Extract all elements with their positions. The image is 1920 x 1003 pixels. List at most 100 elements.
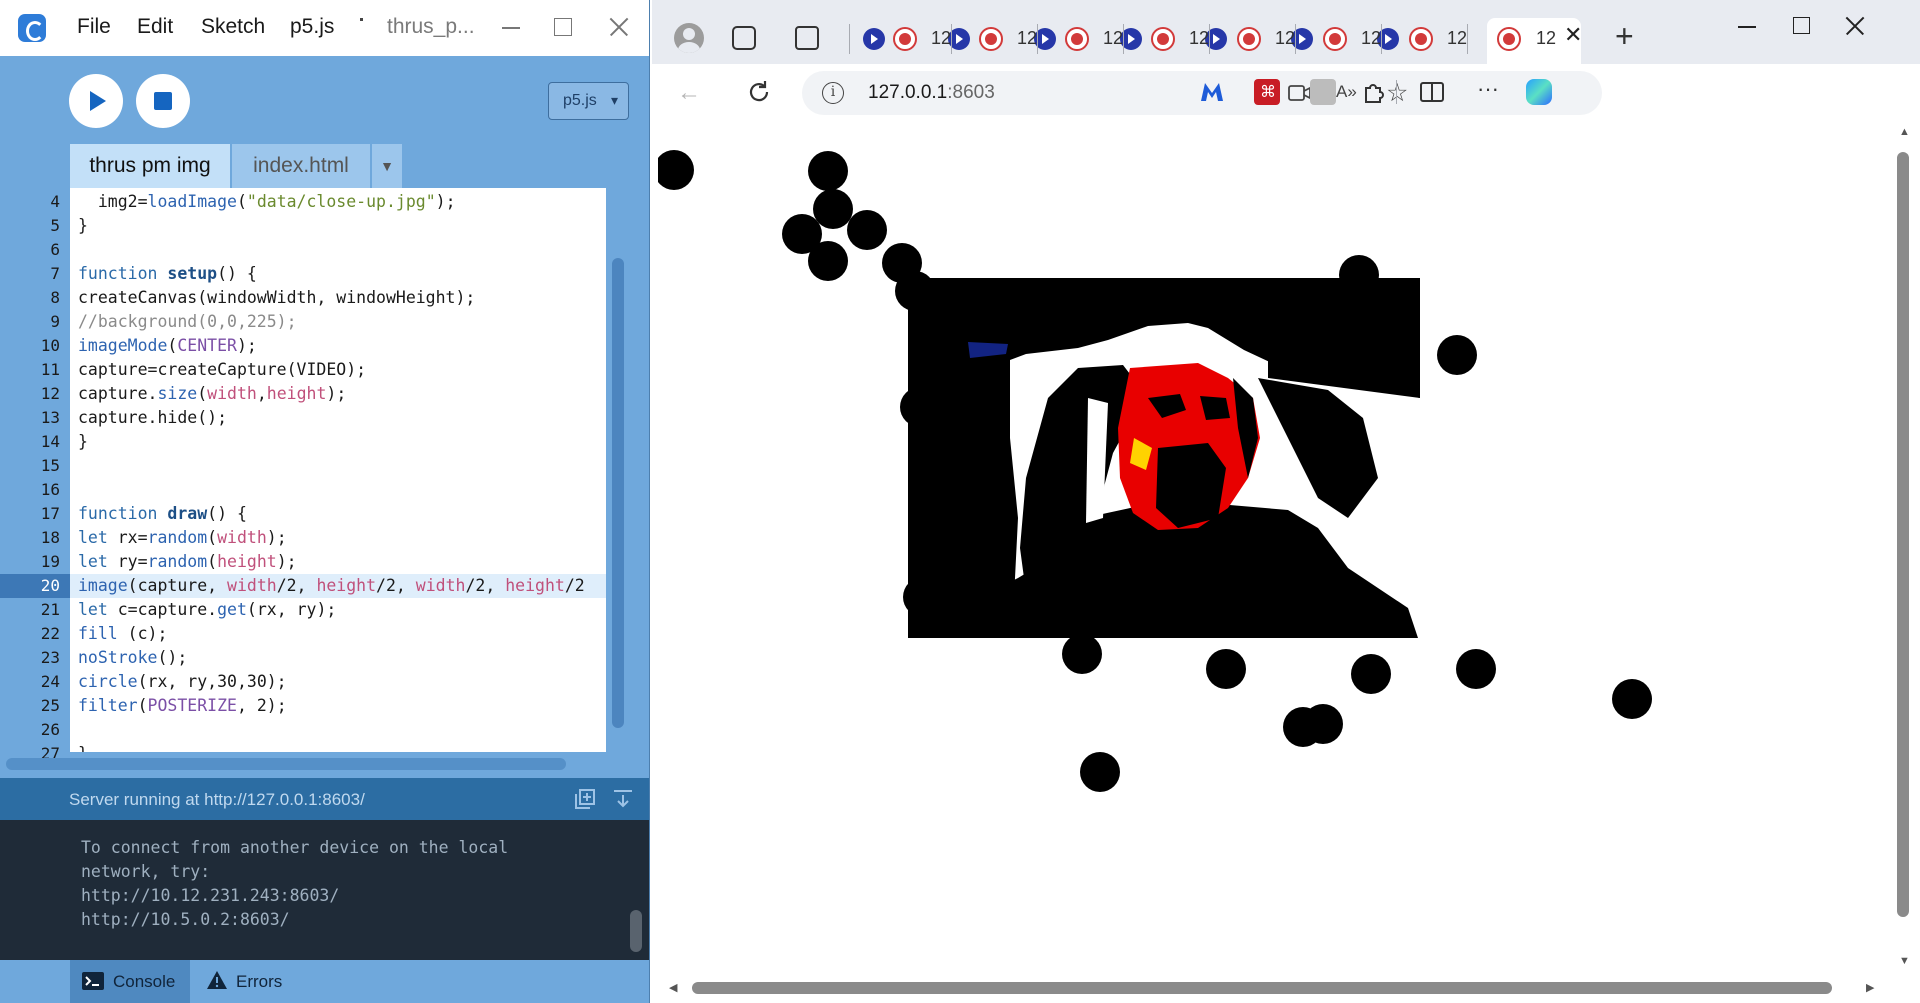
- sketch-circle: [847, 210, 887, 250]
- code-line: filter(POSTERIZE, 2);: [78, 696, 287, 715]
- code-editor[interactable]: img2=loadImage("data/close-up.jpg"); } f…: [70, 188, 606, 752]
- extensions-puzzle-icon[interactable]: [1361, 79, 1387, 105]
- code-line: let ry=random(height);: [78, 552, 297, 571]
- run-button[interactable]: [69, 74, 123, 128]
- warning-icon: [207, 971, 227, 989]
- new-tab-button[interactable]: +: [1615, 18, 1634, 55]
- recording-tab-icon[interactable]: [1065, 27, 1089, 51]
- line-number: 7: [50, 264, 60, 283]
- collapse-console-icon[interactable]: [612, 788, 634, 810]
- tab-index-html[interactable]: index.html: [232, 144, 370, 188]
- active-tab-label: 12: [1536, 28, 1557, 48]
- toolbar-separator: [1396, 80, 1397, 104]
- recording-tab-icon[interactable]: [1237, 27, 1261, 51]
- tab-label: 12: [1447, 28, 1468, 48]
- scroll-left-arrow[interactable]: ◀: [669, 981, 677, 994]
- menu-file[interactable]: File: [77, 15, 111, 39]
- console-scrollbar[interactable]: [630, 910, 642, 952]
- tab-overflow-button[interactable]: ▼: [372, 144, 402, 188]
- menu-p5js[interactable]: p5.js: [290, 15, 334, 39]
- sketch-circle: [1437, 335, 1477, 375]
- code-line: circle(rx, ry,30,30);: [78, 672, 287, 691]
- site-info-icon[interactable]: i: [822, 82, 844, 104]
- browser-close-button[interactable]: [1841, 12, 1869, 40]
- recording-tab-icon[interactable]: [893, 27, 917, 51]
- play-icon: [90, 91, 106, 111]
- code-line: }: [78, 744, 88, 752]
- recording-tab-icon[interactable]: [979, 27, 1003, 51]
- line-number: 8: [50, 288, 60, 307]
- sketch-circle: [1080, 752, 1120, 792]
- line-number: 11: [40, 360, 60, 379]
- browser-minimize-button[interactable]: [1733, 12, 1761, 40]
- tab-separator: [849, 24, 850, 54]
- page-vertical-thumb[interactable]: [1897, 152, 1909, 917]
- profile-avatar[interactable]: [674, 23, 704, 53]
- tab-sketch[interactable]: thrus pm img: [70, 144, 230, 188]
- editor-scroll-thumb[interactable]: [612, 258, 624, 728]
- scroll-down-arrow[interactable]: ▼: [1899, 955, 1910, 967]
- sketch-circle: [1612, 679, 1652, 719]
- code-line: }: [78, 432, 88, 451]
- reload-icon[interactable]: [746, 79, 772, 105]
- page-viewport: [658, 120, 1894, 975]
- sketch-circle: [900, 387, 940, 427]
- page-horizontal-thumb[interactable]: [692, 982, 1832, 994]
- url-host: 127.0.0.1: [868, 82, 948, 103]
- minimize-button[interactable]: [497, 12, 527, 42]
- vertical-tabs-icon[interactable]: [795, 26, 819, 50]
- line-number: 24: [40, 672, 60, 691]
- console-line: To connect from another device on the lo…: [81, 838, 509, 857]
- editor-titlebar: File Edit Sketch p5.js thrus_p...: [0, 0, 649, 56]
- url-port: :8603: [947, 82, 995, 103]
- back-icon[interactable]: ←: [676, 80, 702, 106]
- title-separator: [360, 18, 363, 21]
- scroll-up-arrow[interactable]: ▲: [1899, 126, 1910, 138]
- line-number: 21: [40, 600, 60, 619]
- line-number: 14: [40, 432, 60, 451]
- camera-icon[interactable]: [1288, 82, 1312, 104]
- tab-label: 12: [1189, 28, 1210, 48]
- scroll-right-arrow[interactable]: ▶: [1866, 981, 1874, 994]
- line-number: 26: [40, 720, 60, 739]
- copilot-icon[interactable]: [1526, 79, 1552, 105]
- favorite-star-icon[interactable]: ☆: [1386, 78, 1410, 107]
- tab-label: 12: [1275, 28, 1296, 48]
- code-line: image(capture, width/2, height/2, width/…: [78, 576, 585, 595]
- mode-select[interactable]: p5.js ▾: [548, 82, 629, 120]
- code-line: capture.hide();: [78, 408, 228, 427]
- malwarebytes-icon[interactable]: [1199, 79, 1225, 105]
- close-button[interactable]: [604, 12, 634, 42]
- line-number: 4: [50, 192, 60, 211]
- code-line: function setup() {: [78, 264, 257, 283]
- browser-maximize-button[interactable]: [1787, 12, 1815, 40]
- editor-horizontal-scrollbar[interactable]: [6, 758, 566, 770]
- extension-icon[interactable]: [1310, 79, 1336, 105]
- browser-toolbar: ← i 127.0.0.1:8603 A» ☆ ⌘ ···: [652, 64, 1920, 120]
- menu-sketch[interactable]: Sketch: [201, 15, 265, 39]
- copy-icon[interactable]: [574, 788, 596, 810]
- menu-edit[interactable]: Edit: [137, 15, 173, 39]
- media-tab-icon[interactable]: [863, 28, 885, 50]
- recording-tab-icon[interactable]: [1409, 27, 1433, 51]
- acrobat-icon[interactable]: ⌘: [1254, 79, 1280, 105]
- code-line: noStroke();: [78, 648, 188, 667]
- read-aloud-icon[interactable]: A»: [1336, 82, 1360, 104]
- collections-icon[interactable]: [732, 26, 756, 50]
- browser-window: 12 12 12 12 12 12 12 12 ✕ + ← i 127.0.0.1:8603…: [652, 0, 1920, 1003]
- more-options-icon[interactable]: ···: [1477, 76, 1503, 102]
- line-number: 20: [40, 576, 60, 595]
- maximize-button[interactable]: [548, 12, 578, 42]
- stop-button[interactable]: [136, 74, 190, 128]
- recording-tab-icon[interactable]: [1323, 27, 1347, 51]
- close-tab-icon[interactable]: ✕: [1564, 22, 1582, 48]
- line-number: 5: [50, 216, 60, 235]
- tab-errors[interactable]: Errors: [200, 960, 310, 1003]
- tab-console[interactable]: Console: [70, 960, 190, 1003]
- sketch-circle: [895, 271, 935, 311]
- split-screen-icon[interactable]: [1419, 79, 1445, 105]
- line-number: 16: [40, 480, 60, 499]
- recording-tab-icon[interactable]: [1151, 27, 1175, 51]
- line-number: 25: [40, 696, 60, 715]
- line-number: 15: [40, 456, 60, 475]
